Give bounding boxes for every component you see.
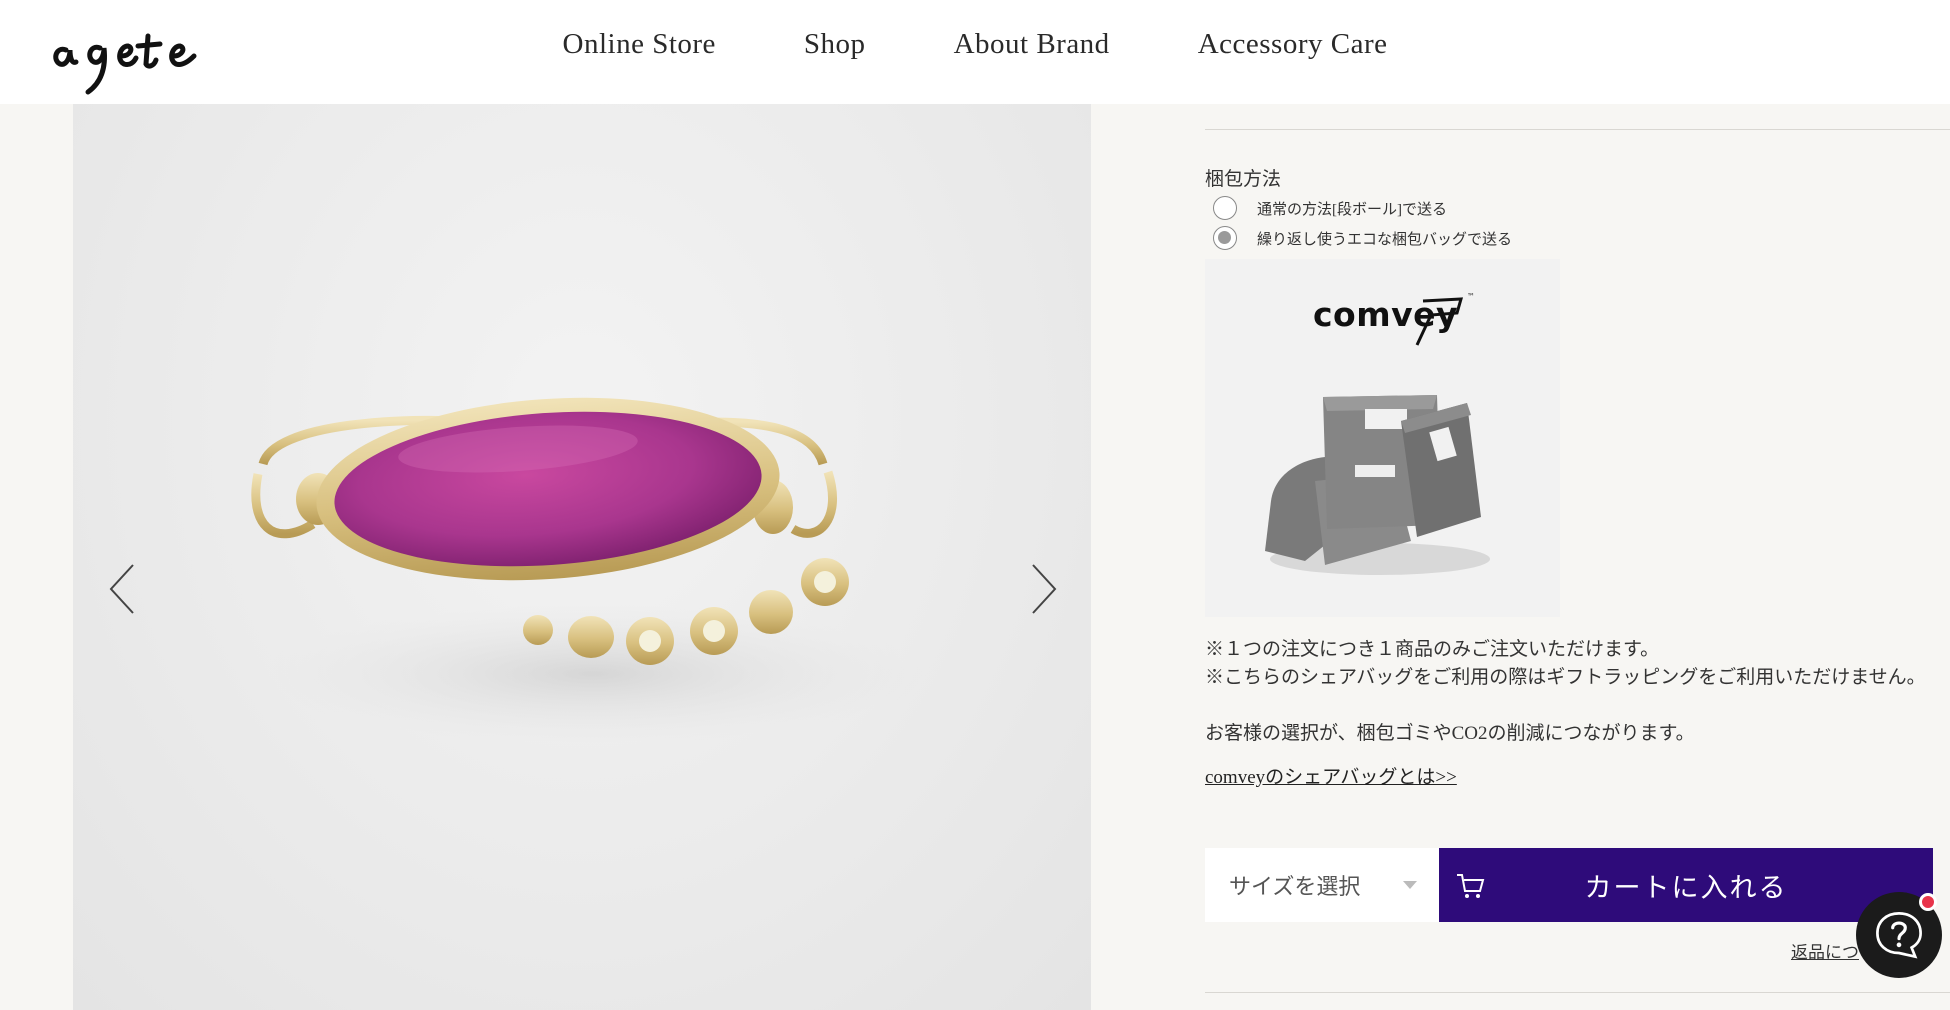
packaging-option-label: 通常の方法[段ボール]で送る <box>1257 201 1447 218</box>
product-gallery <box>73 104 1091 1010</box>
divider <box>1205 129 1950 130</box>
add-to-cart-label: カートに入れる <box>1584 872 1788 903</box>
chevron-left-icon[interactable] <box>103 559 143 619</box>
packaging-option-cardboard[interactable]: 通常の方法[段ボール]で送る <box>1213 196 1447 220</box>
nav-online-store[interactable]: Online Store <box>563 28 716 61</box>
main-nav: Online Store Shop About Brand Accessory … <box>0 28 1950 61</box>
nav-accessory-care[interactable]: Accessory Care <box>1198 28 1388 61</box>
divider <box>1205 992 1950 993</box>
nav-shop[interactable]: Shop <box>804 28 866 61</box>
comvey-bag-image: comvey ™ <box>1205 259 1560 617</box>
radio-cardboard[interactable] <box>1213 196 1237 220</box>
add-to-cart-button[interactable]: カートに入れる <box>1439 848 1933 922</box>
site-header: agete Online Store Shop About Brand Acce… <box>0 0 1950 104</box>
radio-eco-bag[interactable] <box>1213 226 1237 250</box>
notification-badge <box>1919 893 1937 911</box>
caret-down-icon <box>1403 881 1417 889</box>
svg-text:™: ™ <box>1467 292 1475 301</box>
size-select-value: サイズを選択 <box>1229 874 1361 899</box>
comvey-info-link[interactable]: comveyのシェアバッグとは>> <box>1205 762 1457 789</box>
packaging-option-eco-bag[interactable]: 繰り返し使うエコな梱包バッグで送る <box>1213 226 1512 250</box>
notice-eco-choice: お客様の選択が、梱包ゴミやCO2の削減につながります。 <box>1205 723 1695 744</box>
chevron-right-icon[interactable] <box>1023 559 1063 619</box>
product-image-ring <box>251 397 923 744</box>
size-select[interactable]: サイズを選択 <box>1205 848 1439 922</box>
nav-about-brand[interactable]: About Brand <box>954 28 1110 61</box>
packaging-option-label: 繰り返し使うエコな梱包バッグで送る <box>1257 231 1513 248</box>
purchase-panel: 梱包方法 通常の方法[段ボール]で送る 繰り返し使うエコな梱包バッグで送る co… <box>1205 104 1950 1010</box>
notice-no-gift-wrap: ※こちらのシェアバッグをご利用の際はギフトラッピングをご利用いただけません。 <box>1205 667 1926 688</box>
notice-one-item: ※１つの注文につき１商品のみご注文いただけます。 <box>1205 639 1660 660</box>
cart-icon <box>1457 874 1485 898</box>
packaging-label: 梱包方法 <box>1205 169 1282 190</box>
help-chat-icon <box>1876 912 1922 959</box>
return-policy-link[interactable]: 返品につ <box>1791 938 1859 963</box>
shipping-bags-illustration: ™ <box>1265 292 1490 575</box>
